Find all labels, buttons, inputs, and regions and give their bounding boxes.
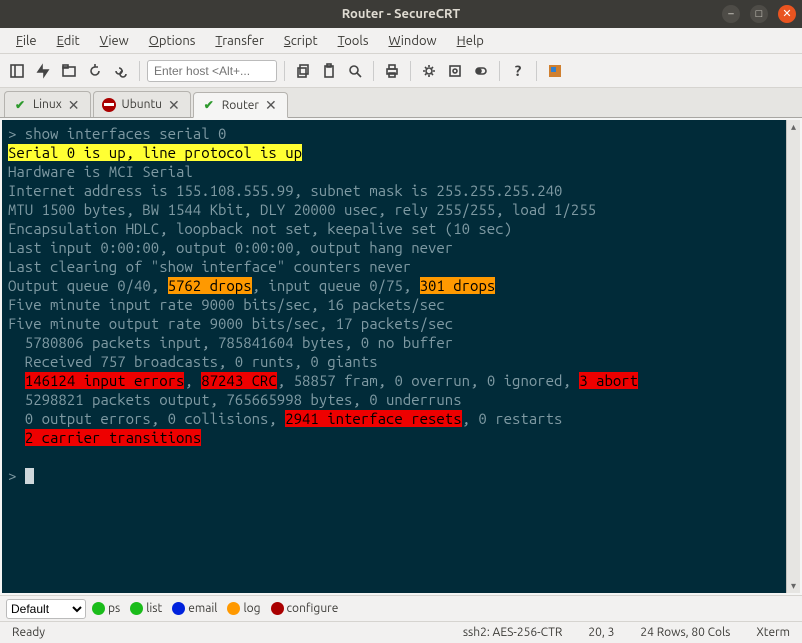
menu-help[interactable]: Help bbox=[449, 31, 492, 51]
status-term-type: Xterm bbox=[752, 626, 794, 639]
vertical-scrollbar[interactable]: ▴ ▾ bbox=[786, 120, 800, 593]
scroll-up-icon[interactable]: ▴ bbox=[787, 120, 800, 134]
status-dims: 24 Rows, 80 Cols bbox=[636, 626, 734, 639]
check-icon bbox=[202, 98, 216, 112]
paste-icon[interactable] bbox=[318, 60, 340, 82]
quick-connect-icon[interactable] bbox=[32, 60, 54, 82]
toolbar-separator bbox=[373, 61, 374, 81]
window-title: Router - SecureCRT bbox=[342, 7, 460, 21]
scroll-down-icon[interactable]: ▾ bbox=[787, 579, 800, 593]
icon-button[interactable] bbox=[544, 60, 566, 82]
tab-label: Router bbox=[222, 99, 259, 112]
menu-options[interactable]: Options bbox=[141, 31, 204, 51]
status-dot-icon bbox=[271, 602, 284, 615]
status-dot-icon bbox=[92, 602, 105, 615]
check-icon bbox=[13, 98, 27, 112]
status-ssh: ssh2: AES-256-CTR bbox=[459, 626, 567, 639]
button-configure[interactable]: configure bbox=[271, 602, 339, 615]
button-label: email bbox=[188, 602, 217, 615]
tab-label: Ubuntu bbox=[122, 98, 163, 111]
session-select[interactable]: Default bbox=[6, 599, 86, 619]
menu-file[interactable]: File bbox=[8, 31, 45, 51]
button-ps[interactable]: ps bbox=[92, 602, 120, 615]
host-input[interactable] bbox=[147, 60, 277, 82]
window-controls: – □ ✕ bbox=[722, 5, 796, 23]
toolbar-separator bbox=[139, 61, 140, 81]
copy-icon[interactable] bbox=[292, 60, 314, 82]
disconnect-icon bbox=[102, 98, 116, 112]
terminal-area: > show interfaces serial 0 Serial 0 is u… bbox=[0, 118, 802, 595]
menu-view[interactable]: View bbox=[92, 31, 137, 51]
button-log[interactable]: log bbox=[227, 602, 260, 615]
help-icon[interactable]: ? bbox=[507, 60, 529, 82]
tab-close-icon[interactable]: ✕ bbox=[68, 98, 80, 112]
menu-window[interactable]: Window bbox=[380, 31, 444, 51]
tab-ubuntu[interactable]: Ubuntu ✕ bbox=[93, 91, 191, 117]
toolbar-separator bbox=[536, 61, 537, 81]
button-list[interactable]: list bbox=[130, 602, 162, 615]
tab-linux[interactable]: Linux ✕ bbox=[4, 91, 91, 117]
tab-router[interactable]: Router ✕ bbox=[193, 92, 288, 118]
tab-close-icon[interactable]: ✕ bbox=[265, 98, 277, 112]
connect-tabbed-icon[interactable] bbox=[58, 60, 80, 82]
session-options-icon[interactable] bbox=[418, 60, 440, 82]
button-label: configure bbox=[287, 602, 339, 615]
toolbar-separator bbox=[499, 61, 500, 81]
button-label: list bbox=[146, 602, 162, 615]
menu-edit[interactable]: Edit bbox=[49, 31, 88, 51]
button-label: log bbox=[243, 602, 260, 615]
menu-transfer[interactable]: Transfer bbox=[207, 31, 272, 51]
print-icon[interactable] bbox=[381, 60, 403, 82]
menubar: FileEditViewOptionsTransferScriptToolsWi… bbox=[0, 28, 802, 54]
tab-close-icon[interactable]: ✕ bbox=[168, 98, 180, 112]
session-manager-icon[interactable] bbox=[6, 60, 28, 82]
tabbar: Linux ✕ Ubuntu ✕ Router ✕ bbox=[0, 88, 802, 118]
reconnect-all-icon[interactable] bbox=[110, 60, 132, 82]
menu-script[interactable]: Script bbox=[276, 31, 326, 51]
tab-label: Linux bbox=[33, 98, 62, 111]
menu-tools[interactable]: Tools bbox=[330, 31, 377, 51]
status-ready: Ready bbox=[8, 626, 49, 639]
button-email[interactable]: email bbox=[172, 602, 217, 615]
find-icon[interactable] bbox=[344, 60, 366, 82]
button-label: ps bbox=[108, 602, 120, 615]
toolbar-separator bbox=[410, 61, 411, 81]
scroll-track[interactable] bbox=[787, 134, 800, 579]
status-dot-icon bbox=[172, 602, 185, 615]
button-bar: Default ps list email log configure bbox=[0, 595, 802, 621]
toolbar: ? bbox=[0, 54, 802, 88]
toggle-icon[interactable] bbox=[470, 60, 492, 82]
status-dot-icon bbox=[130, 602, 143, 615]
status-cursor: 20, 3 bbox=[584, 626, 618, 639]
toolbar-separator bbox=[284, 61, 285, 81]
close-button[interactable]: ✕ bbox=[778, 5, 796, 23]
minimize-button[interactable]: – bbox=[722, 5, 740, 23]
status-dot-icon bbox=[227, 602, 240, 615]
titlebar: Router - SecureCRT – □ ✕ bbox=[0, 0, 802, 28]
terminal[interactable]: > show interfaces serial 0 Serial 0 is u… bbox=[2, 120, 786, 593]
reconnect-icon[interactable] bbox=[84, 60, 106, 82]
statusbar: Ready ssh2: AES-256-CTR 20, 3 24 Rows, 8… bbox=[0, 621, 802, 643]
global-options-icon[interactable] bbox=[444, 60, 466, 82]
maximize-button[interactable]: □ bbox=[750, 5, 768, 23]
